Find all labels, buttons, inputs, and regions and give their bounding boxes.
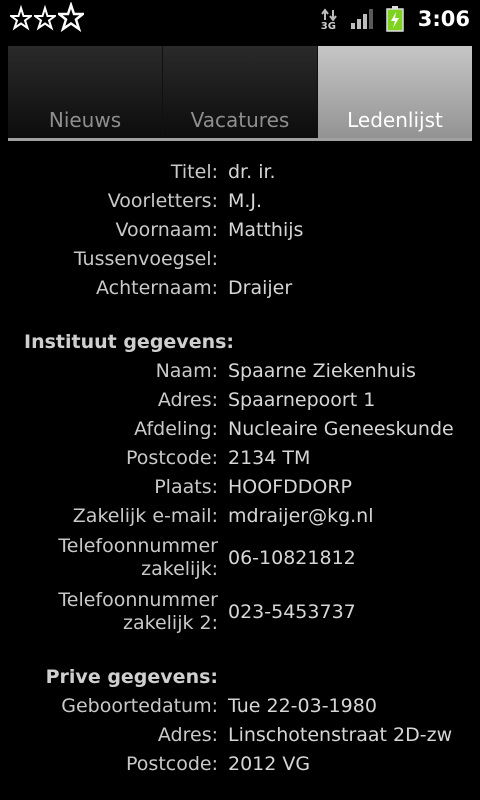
phone-value[interactable]: 023-5453737 (228, 601, 356, 624)
detail-row-plaats: Plaats: HOOFDDORP (0, 473, 480, 502)
signal-icon (350, 9, 373, 29)
field-label: Postcode: (126, 447, 218, 469)
email-value[interactable]: mdraijer@kg.nl (228, 505, 374, 528)
field-value: Spaarne Ziekenhuis (228, 360, 416, 382)
section-heading-instituut: Instituut gegevens: (24, 331, 235, 353)
detail-row-email: Zakelijk e-mail: mdraijer@kg.nl (0, 502, 480, 531)
field-value: 2012 VG (228, 753, 311, 775)
field-label-line: zakelijk 2: (123, 612, 218, 634)
detail-row-voornaam: Voornaam: Matthijs (0, 216, 480, 245)
field-value: Linschotenstraat 2D-zw (228, 724, 453, 746)
field-label: Telefoonnummer zakelijk: (0, 535, 218, 581)
star-icon (34, 4, 56, 31)
detail-row-prive-postcode: Postcode: 2012 VG (0, 750, 480, 779)
network-type-label: 3G (320, 21, 336, 32)
field-label: Naam: (155, 360, 218, 382)
detail-row-postcode: Postcode: 2134 TM (0, 444, 480, 473)
detail-row-telefoon-2: Telefoonnummer zakelijk 2: 023-5453737 (0, 585, 480, 639)
tab-underline (8, 138, 472, 141)
tab-ledenlijst[interactable]: Ledenlijst (318, 46, 472, 138)
detail-row-achternaam: Achternaam: Draijer (0, 274, 480, 303)
field-label: Geboortedatum: (61, 695, 218, 717)
clock: 3:06 (417, 7, 470, 31)
detail-row-adres: Adres: Spaarnepoort 1 (0, 386, 480, 415)
field-value: Draijer (228, 277, 293, 299)
phone-value[interactable]: 06-10821812 (228, 547, 356, 570)
network-3g-icon: 3G (320, 6, 340, 32)
field-label: Tussenvoegsel: (73, 248, 218, 270)
battery-charging-icon (386, 6, 404, 32)
tab-vacatures[interactable]: Vacatures (163, 46, 318, 138)
detail-row-titel: Titel: dr. ir. (0, 158, 480, 187)
detail-row-voorletters: Voorletters: M.J. (0, 187, 480, 216)
notification-icons (10, 2, 84, 36)
section-heading-prive: Prive gegevens: (45, 666, 218, 688)
field-label-line: Telefoonnummer (58, 535, 218, 557)
field-label: Achternaam: (95, 277, 218, 299)
field-value: Nucleaire Geneeskunde (228, 418, 454, 440)
detail-row-tussenvoegsel: Tussenvoegsel: (0, 245, 480, 274)
field-label: Afdeling: (134, 418, 218, 440)
section-row: Prive gegevens: (0, 663, 480, 692)
field-label: Adres: (157, 724, 218, 746)
star-icon (10, 4, 32, 31)
field-label: Plaats: (154, 476, 218, 498)
section-row: Instituut gegevens: (0, 328, 480, 357)
field-value: Spaarnepoort 1 (228, 389, 376, 411)
member-details: Titel: dr. ir. Voorletters: M.J. Voornaa… (0, 158, 480, 779)
field-label: Telefoonnummer zakelijk 2: (0, 589, 218, 635)
detail-row-telefoon: Telefoonnummer zakelijk: 06-10821812 (0, 531, 480, 585)
detail-row-geboortedatum: Geboortedatum: Tue 22-03-1980 (0, 692, 480, 721)
detail-row-naam: Naam: Spaarne Ziekenhuis (0, 357, 480, 386)
tab-bar: Nieuws Vacatures Ledenlijst (8, 46, 472, 138)
field-label: Titel: (170, 161, 218, 183)
field-value: HOOFDDORP (228, 476, 353, 498)
field-label: Voorletters: (107, 190, 218, 212)
field-value: 2134 TM (228, 447, 311, 469)
star-icon (58, 2, 84, 33)
field-label-line: Telefoonnummer (58, 589, 218, 611)
detail-row-prive-adres: Adres: Linschotenstraat 2D-zw (0, 721, 480, 750)
field-label: Zakelijk e-mail: (72, 505, 218, 527)
field-value: Matthijs (228, 219, 304, 241)
field-label: Postcode: (126, 753, 218, 775)
field-label: Adres: (157, 389, 218, 411)
field-value: M.J. (228, 190, 263, 212)
tab-nieuws[interactable]: Nieuws (8, 46, 163, 138)
detail-row-afdeling: Afdeling: Nucleaire Geneeskunde (0, 415, 480, 444)
status-bar: 3G 3:06 (0, 0, 480, 38)
field-label: Voornaam: (115, 219, 219, 241)
field-value: dr. ir. (228, 161, 276, 183)
field-label-line: zakelijk: (141, 558, 218, 580)
field-value: Tue 22-03-1980 (228, 695, 377, 717)
system-icons: 3G 3:06 (320, 0, 470, 38)
